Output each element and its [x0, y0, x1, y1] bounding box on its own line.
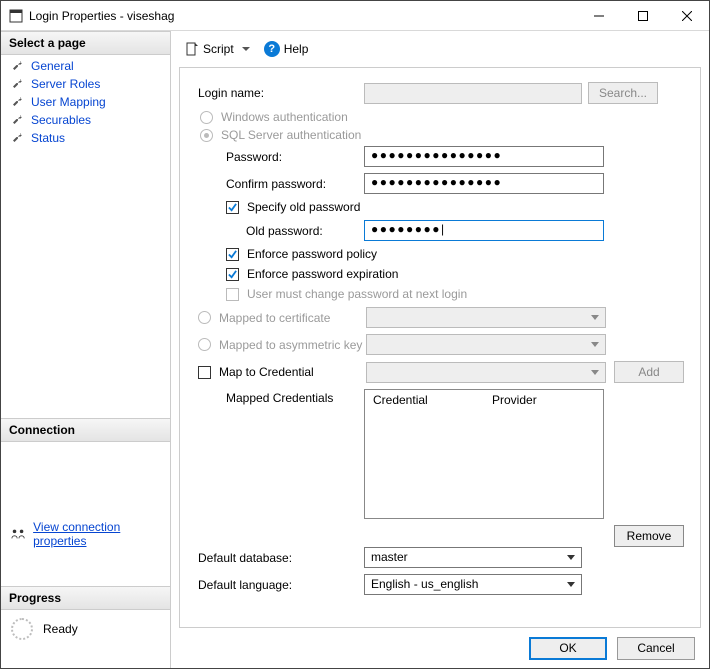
checkbox-icon: [226, 201, 239, 214]
nav-label: Server Roles: [31, 77, 100, 91]
checkbox-icon: [226, 248, 239, 261]
nav-label: Status: [31, 131, 65, 145]
radio-icon: [200, 129, 213, 142]
password-label: Password:: [196, 150, 364, 164]
progress-spinner-icon: [11, 618, 33, 640]
wrench-icon: [11, 113, 25, 127]
script-icon: [185, 42, 199, 56]
nav-server-roles[interactable]: Server Roles: [1, 75, 170, 93]
enforce-policy-checkbox[interactable]: Enforce password policy: [196, 247, 684, 261]
login-name-label: Login name:: [196, 86, 364, 100]
confirm-password-label: Confirm password:: [196, 177, 364, 191]
nav-user-mapping[interactable]: User Mapping: [1, 93, 170, 111]
enforce-expiration-label: Enforce password expiration: [247, 267, 398, 281]
wrench-icon: [11, 131, 25, 145]
windows-auth-label: Windows authentication: [221, 110, 348, 124]
radio-icon: [198, 311, 211, 324]
nav-status[interactable]: Status: [1, 129, 170, 147]
select-page-header: Select a page: [1, 31, 170, 55]
close-button[interactable]: [665, 1, 709, 30]
nav-label: Securables: [31, 113, 91, 127]
ok-button[interactable]: OK: [529, 637, 607, 660]
mapped-credentials-list[interactable]: Credential Provider: [364, 389, 604, 519]
chevron-down-icon: [591, 315, 599, 320]
progress-section: Ready: [1, 610, 170, 648]
specify-old-label: Specify old password: [247, 200, 360, 214]
radio-icon: [200, 111, 213, 124]
old-password-label: Old password:: [196, 224, 364, 238]
login-name-input: [364, 83, 582, 104]
chevron-down-icon: [591, 342, 599, 347]
search-button: Search...: [588, 82, 658, 104]
sidebar: Select a page General Server Roles User …: [1, 31, 171, 668]
general-form: Login name: Search... Windows authentica…: [179, 67, 701, 628]
map-credential-label: Map to Credential: [219, 365, 314, 379]
default-database-combo[interactable]: master: [364, 547, 582, 568]
chevron-down-icon: [567, 582, 575, 587]
password-input[interactable]: ●●●●●●●●●●●●●●●: [364, 146, 604, 167]
mapped-asym-label: Mapped to asymmetric key: [219, 338, 362, 352]
nav-securables[interactable]: Securables: [1, 111, 170, 129]
main-panel: Script ? Help Login name: Search... Wind…: [171, 31, 709, 668]
chevron-down-icon: [567, 555, 575, 560]
window-title: Login Properties - viseshag: [29, 9, 577, 23]
nav-general[interactable]: General: [1, 57, 170, 75]
minimize-button[interactable]: [577, 1, 621, 30]
titlebar: Login Properties - viseshag: [1, 1, 709, 31]
old-password-input[interactable]: ●●●●●●●●|: [364, 220, 604, 241]
radio-icon: [198, 338, 211, 351]
help-button[interactable]: ? Help: [260, 38, 313, 60]
default-language-combo[interactable]: English - us_english: [364, 574, 582, 595]
sql-auth-radio: SQL Server authentication: [196, 128, 684, 142]
login-properties-window: Login Properties - viseshag Select a pag…: [0, 0, 710, 669]
credential-column: Credential: [365, 390, 484, 410]
add-button: Add: [614, 361, 684, 383]
chevron-down-icon: [242, 47, 250, 51]
help-label: Help: [284, 42, 309, 56]
wrench-icon: [11, 95, 25, 109]
progress-status: Ready: [43, 622, 78, 636]
mapped-credentials-label: Mapped Credentials: [196, 389, 364, 405]
checkbox-icon: [226, 288, 239, 301]
asym-key-combo: [366, 334, 606, 355]
specify-old-password-checkbox[interactable]: Specify old password: [196, 200, 684, 214]
cancel-button[interactable]: Cancel: [617, 637, 695, 660]
mapped-cert-label: Mapped to certificate: [219, 311, 330, 325]
default-database-label: Default database:: [196, 551, 364, 565]
dialog-footer: OK Cancel: [171, 628, 709, 668]
default-language-label: Default language:: [196, 578, 364, 592]
enforce-expiration-checkbox[interactable]: Enforce password expiration: [196, 267, 684, 281]
page-nav: General Server Roles User Mapping Secura…: [1, 55, 170, 149]
connection-icon: [11, 526, 25, 542]
view-connection-link[interactable]: View connection properties: [33, 520, 160, 548]
credential-combo: [366, 362, 606, 383]
remove-button[interactable]: Remove: [614, 525, 684, 547]
map-credential-checkbox[interactable]: [198, 366, 211, 379]
script-label: Script: [203, 42, 234, 56]
toolbar: Script ? Help: [171, 31, 709, 67]
nav-label: User Mapping: [31, 95, 106, 109]
maximize-button[interactable]: [621, 1, 665, 30]
default-database-value: master: [365, 548, 581, 566]
checkbox-icon: [226, 268, 239, 281]
wrench-icon: [11, 77, 25, 91]
chevron-down-icon: [591, 370, 599, 375]
certificate-combo: [366, 307, 606, 328]
nav-label: General: [31, 59, 74, 73]
connection-section: View connection properties: [1, 512, 170, 556]
connection-header: Connection: [1, 418, 170, 442]
provider-column: Provider: [484, 390, 603, 410]
confirm-password-input[interactable]: ●●●●●●●●●●●●●●●: [364, 173, 604, 194]
wrench-icon: [11, 59, 25, 73]
progress-header: Progress: [1, 586, 170, 610]
windows-auth-radio: Windows authentication: [196, 110, 684, 124]
must-change-label: User must change password at next login: [247, 287, 467, 301]
app-icon: [9, 9, 23, 23]
must-change-checkbox: User must change password at next login: [196, 287, 684, 301]
help-icon: ?: [264, 41, 280, 57]
sql-auth-label: SQL Server authentication: [221, 128, 361, 142]
script-button[interactable]: Script: [181, 39, 254, 59]
default-language-value: English - us_english: [365, 575, 581, 593]
enforce-policy-label: Enforce password policy: [247, 247, 377, 261]
